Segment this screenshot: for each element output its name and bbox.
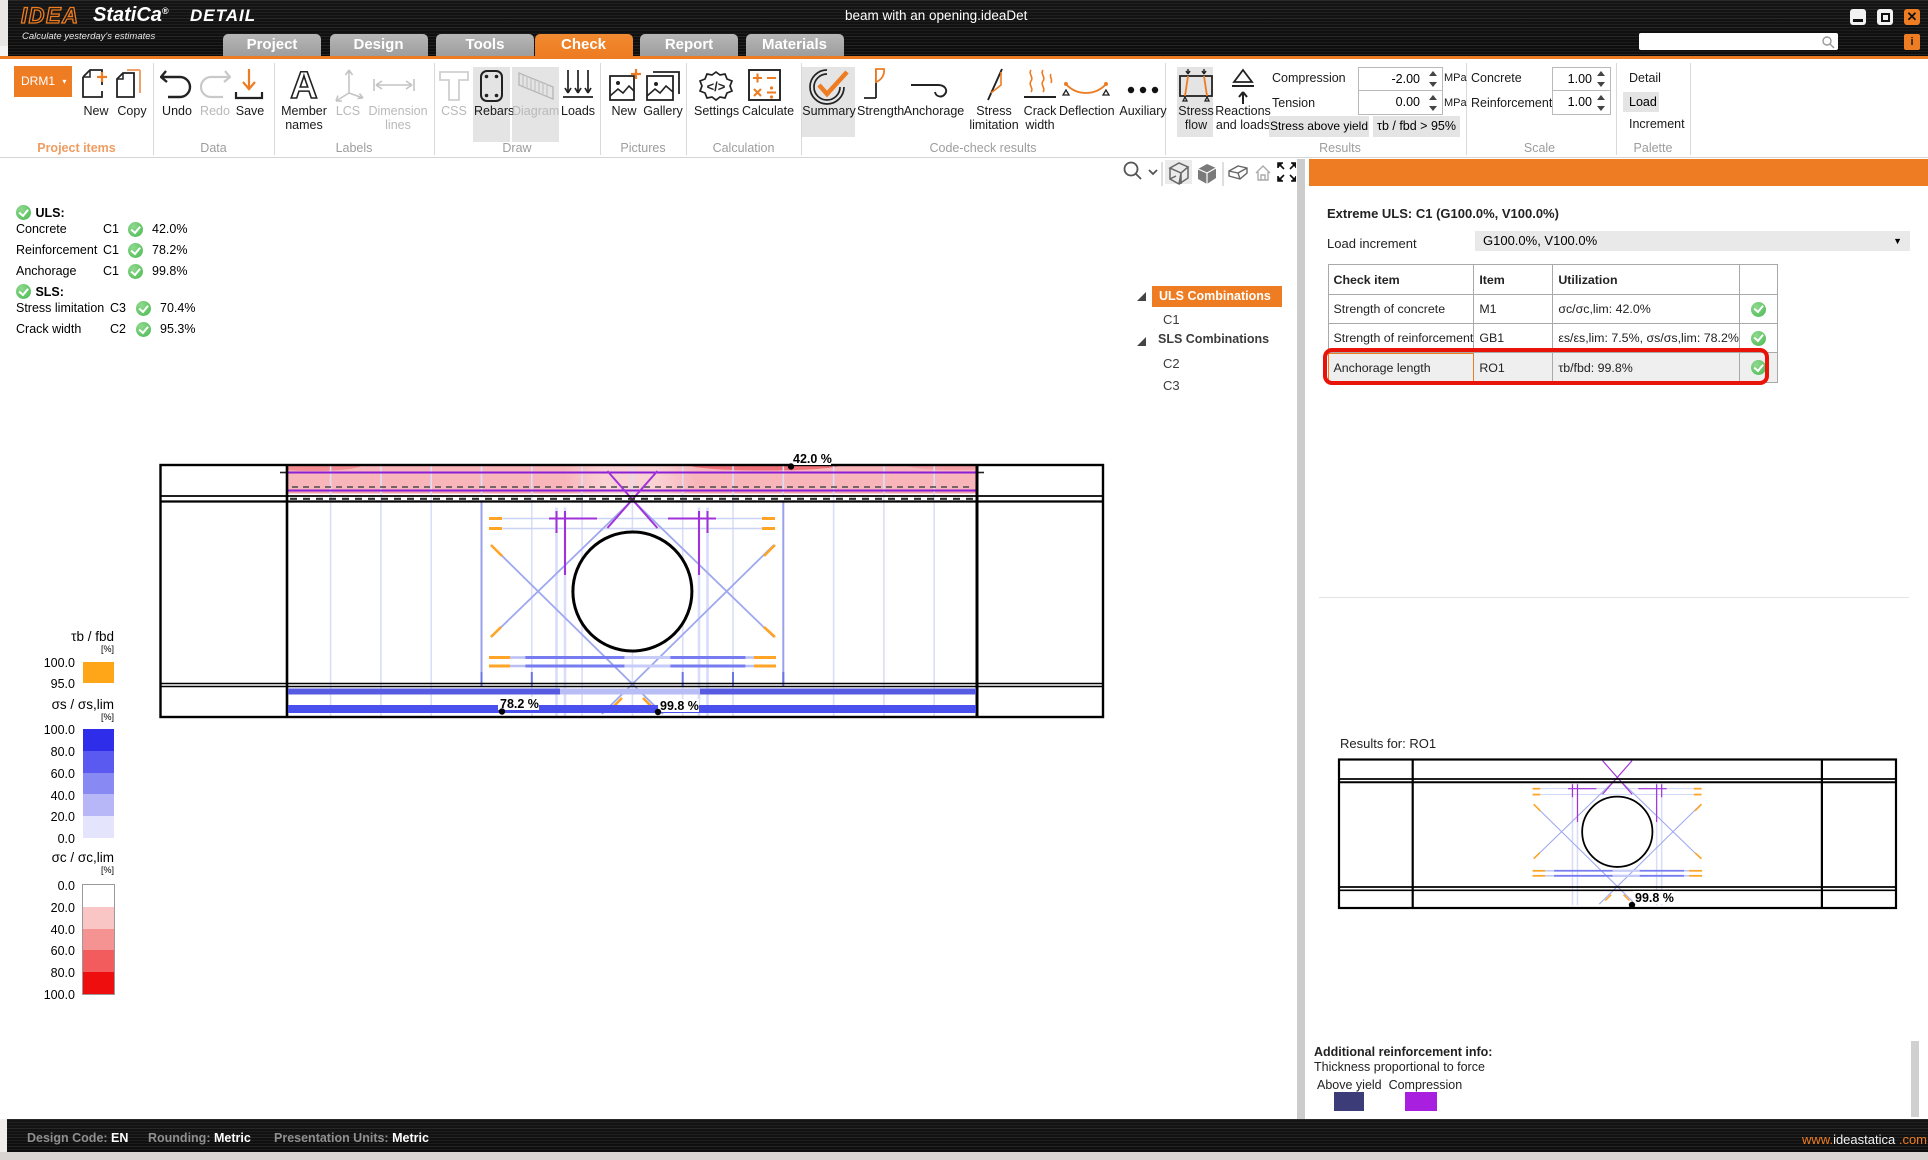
svg-text:A: A [290,67,317,103]
svg-text:99.8 %: 99.8 % [660,699,699,713]
svg-text:99.8 %: 99.8 % [1635,891,1674,905]
svg-text:42.0 %: 42.0 % [793,452,832,466]
svg-text:</>: </> [707,79,726,94]
svg-text:78.2 %: 78.2 % [500,697,539,711]
